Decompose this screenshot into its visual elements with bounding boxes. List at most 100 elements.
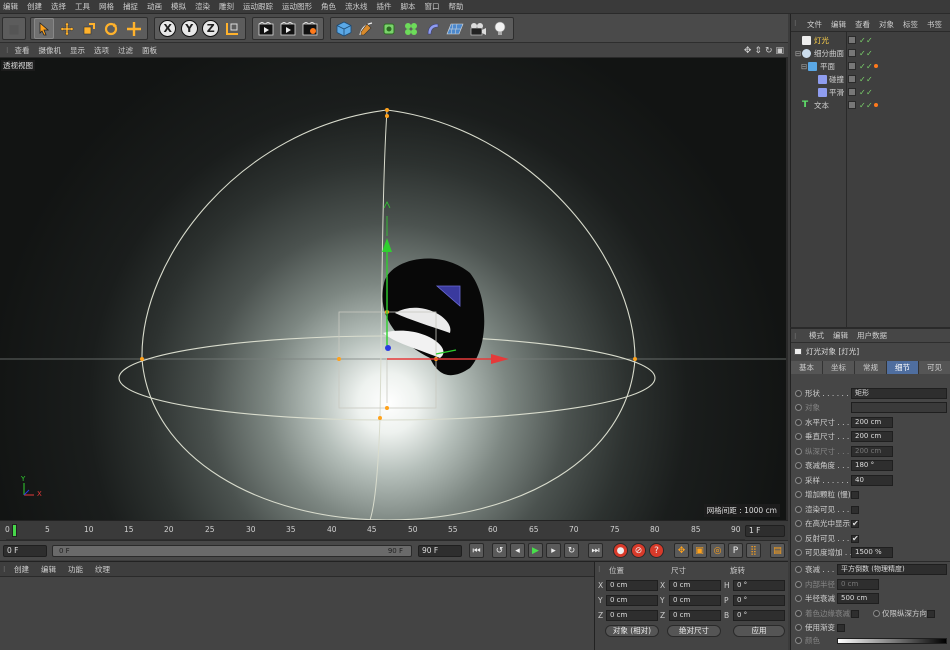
object-menu-tags[interactable]: 标签 — [903, 19, 918, 30]
animate-dot-icon[interactable] — [795, 595, 802, 602]
z-direction-only-checkbox[interactable] — [927, 610, 935, 618]
animate-dot-icon[interactable] — [795, 404, 802, 411]
position-x-field[interactable]: 0 cm — [606, 580, 658, 591]
object-menu-object[interactable]: 对象 — [879, 19, 894, 30]
color-gradient-bar[interactable] — [837, 638, 947, 644]
tab-general[interactable]: 常规 — [855, 361, 887, 374]
visibility-toggle[interactable] — [848, 62, 856, 70]
enabled-check-icon[interactable]: ✓ — [859, 73, 866, 86]
render-to-picture-viewer-icon[interactable] — [278, 18, 298, 39]
material-menu-texture[interactable]: 纹理 — [95, 564, 110, 575]
coord-size-mode-select[interactable]: 绝对尺寸 — [667, 625, 721, 637]
animate-dot-icon[interactable] — [795, 581, 802, 588]
prev-key-icon[interactable]: ↺ — [492, 543, 507, 558]
viewport-menu-filter[interactable]: 过滤 — [118, 45, 133, 56]
render-settings-icon[interactable] — [300, 18, 320, 39]
animate-dot-icon[interactable] — [795, 566, 802, 573]
coordinate-system-icon[interactable] — [223, 18, 243, 39]
animate-dot-icon[interactable] — [795, 433, 802, 440]
animate-dot-icon[interactable] — [795, 520, 802, 527]
visibility-toggle[interactable] — [848, 88, 856, 96]
menu-simulate[interactable]: 模拟 — [171, 1, 186, 12]
timeline-ruler[interactable]: 0 5 10 15 20 25 30 35 40 45 50 55 60 65 … — [0, 520, 788, 541]
animate-dot-icon[interactable] — [795, 477, 802, 484]
current-frame-field[interactable]: 1 F — [745, 525, 785, 537]
object-menu-file[interactable]: 文件 — [807, 19, 822, 30]
record-icon[interactable]: ● — [613, 543, 628, 558]
object-menu-edit[interactable]: 编辑 — [831, 19, 846, 30]
menu-help[interactable]: 帮助 — [449, 1, 464, 12]
animate-dot-icon[interactable] — [795, 448, 802, 455]
tag-icon[interactable] — [874, 64, 878, 68]
play-icon[interactable]: ▶ — [528, 543, 543, 558]
animate-dot-icon[interactable] — [873, 610, 880, 617]
material-menu-edit[interactable]: 编辑 — [41, 564, 56, 575]
render-visible-checkbox[interactable] — [851, 506, 859, 514]
object-row-smooth[interactable]: 平滑 ✓ ✓ — [791, 86, 950, 99]
end-frame-field[interactable]: 90 F — [418, 545, 462, 557]
object-row-subdivision[interactable]: ⊟ 细分曲面 ✓ ✓ — [791, 47, 950, 60]
enabled-check-icon[interactable]: ✓ — [859, 86, 866, 99]
move-icon[interactable] — [56, 18, 76, 39]
menu-mograph[interactable]: 运动图形 — [282, 1, 312, 12]
add-grain-checkbox[interactable] — [851, 491, 859, 499]
active-check-icon[interactable]: ✓ — [866, 47, 873, 60]
object-row-light[interactable]: 灯光 ✓ ✓ — [791, 34, 950, 47]
material-menu-function[interactable]: 功能 — [68, 564, 83, 575]
depth-size-field[interactable]: 200 cm — [851, 446, 893, 457]
menu-create[interactable]: 创建 — [27, 1, 42, 12]
enabled-check-icon[interactable]: ✓ — [859, 47, 866, 60]
animate-dot-icon[interactable] — [795, 462, 802, 469]
menu-snap[interactable]: 捕捉 — [123, 1, 138, 12]
viewport-menu-view[interactable]: 查看 — [15, 45, 30, 56]
shape-select[interactable]: 矩形 — [851, 388, 947, 399]
animate-dot-icon[interactable] — [795, 637, 802, 644]
menu-plugins[interactable]: 插件 — [377, 1, 392, 12]
animate-dot-icon[interactable] — [795, 535, 802, 542]
viewport-menu-display[interactable]: 显示 — [70, 45, 85, 56]
active-check-icon[interactable]: ✓ — [866, 34, 873, 47]
attribute-menu-mode[interactable]: 模式 — [809, 330, 824, 341]
visibility-toggle[interactable] — [848, 101, 856, 109]
rotate-icon[interactable] — [101, 18, 121, 39]
menu-edit[interactable]: 编辑 — [3, 1, 18, 12]
x-axis-lock-icon[interactable]: X — [158, 18, 178, 39]
live-select-icon[interactable] — [124, 18, 144, 39]
menu-motion-tracking[interactable]: 运动跟踪 — [243, 1, 273, 12]
coord-mode-select[interactable]: 对象 (相对) — [605, 625, 659, 637]
samples-field[interactable]: 40 — [851, 475, 893, 486]
next-frame-icon[interactable]: ▸ — [546, 543, 561, 558]
active-check-icon[interactable]: ✓ — [866, 60, 873, 73]
enabled-check-icon[interactable]: ✓ — [859, 99, 866, 112]
menu-character[interactable]: 角色 — [321, 1, 336, 12]
keyframe-selection-icon[interactable]: ? — [649, 543, 664, 558]
menu-select[interactable]: 选择 — [51, 1, 66, 12]
size-z-field[interactable]: 0 cm — [669, 610, 721, 621]
visibility-multiplier-field[interactable]: 1500 % — [851, 547, 893, 558]
object-row-collision[interactable]: 碰撞 ✓ ✓ — [791, 73, 950, 86]
camera-icon[interactable] — [468, 18, 488, 39]
expand-toggle-icon[interactable]: ⊟ — [801, 60, 807, 73]
falloff-select[interactable]: 平方倒数 (物理精度) — [837, 564, 947, 575]
deformer-icon[interactable] — [423, 18, 443, 39]
viewport-menu-panel[interactable]: 面板 — [142, 45, 157, 56]
start-frame-field[interactable]: 0 F — [3, 545, 47, 557]
animate-dot-icon[interactable] — [795, 610, 802, 617]
viewport-maximize-icon[interactable]: ▣ — [775, 46, 784, 56]
menu-sculpt[interactable]: 雕刻 — [219, 1, 234, 12]
select-arrow-icon[interactable] — [34, 18, 55, 39]
key-scale-icon[interactable]: ▣ — [692, 543, 707, 558]
enabled-check-icon[interactable]: ✓ — [859, 34, 866, 47]
spline-pen-icon[interactable] — [356, 18, 376, 39]
tab-details[interactable]: 细节 — [887, 361, 919, 374]
animate-dot-icon[interactable] — [795, 491, 802, 498]
next-key-icon[interactable]: ↻ — [564, 543, 579, 558]
cloner-icon[interactable] — [401, 18, 421, 39]
key-position-icon[interactable]: ✥ — [674, 543, 689, 558]
range-slider[interactable]: 0 F 90 F — [52, 545, 412, 557]
active-check-icon[interactable]: ✓ — [866, 73, 873, 86]
z-axis-lock-icon[interactable]: Z — [201, 18, 221, 39]
tab-visibility[interactable]: 可见 — [919, 361, 950, 374]
light-bulb-icon[interactable] — [490, 18, 510, 39]
size-y-field[interactable]: 0 cm — [669, 595, 721, 606]
